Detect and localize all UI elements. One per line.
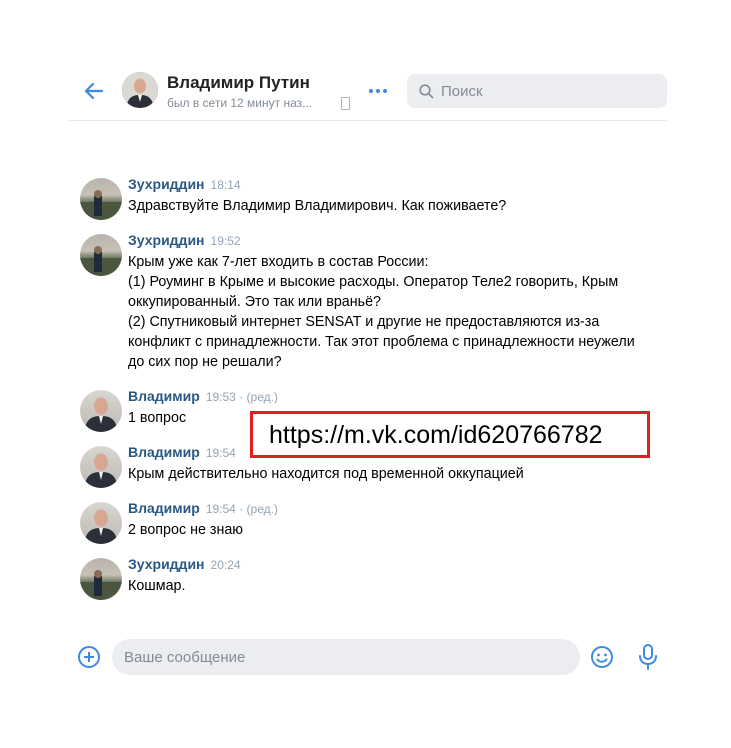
message-author[interactable]: Владимир 19:54 <box>128 444 236 460</box>
microphone-icon[interactable] <box>637 644 659 670</box>
avatar[interactable] <box>122 72 158 108</box>
message-text: Здравствуйте Владимир Владимирович. Как … <box>128 198 507 214</box>
message-author[interactable]: Зухриддин 19:52 <box>128 232 241 248</box>
online-status: был в сети 12 минут наз... <box>167 96 313 110</box>
overlay-url-text: https://m.vk.com/id620766782 <box>269 421 603 449</box>
url-overlay: https://m.vk.com/id620766782 <box>250 411 650 458</box>
avatar[interactable] <box>80 558 122 600</box>
message-composer <box>0 628 731 688</box>
mobile-icon <box>341 97 350 110</box>
message-input[interactable] <box>112 639 580 675</box>
chat-title[interactable]: Владимир Путин <box>167 73 310 93</box>
message-author[interactable]: Зухриддин 18:14 <box>128 176 241 192</box>
avatar[interactable] <box>80 234 122 276</box>
message-time: 18:14 <box>210 178 241 192</box>
message-author[interactable]: Владимир 19:54 · (ред.) <box>128 500 278 516</box>
search-input[interactable] <box>437 74 661 108</box>
message-text: Кошмар. <box>128 578 186 594</box>
search-icon <box>419 84 434 99</box>
chat-header: Владимир Путин был в сети 12 минут наз..… <box>68 62 667 121</box>
search-box[interactable] <box>407 74 667 108</box>
message-time: 19:54 <box>205 446 236 460</box>
message-text: 2 вопрос не знаю <box>128 522 244 538</box>
avatar[interactable] <box>80 178 122 220</box>
avatar[interactable] <box>80 446 122 488</box>
message-time: 19:54 · (ред.) <box>205 502 278 516</box>
message-time: 20:24 <box>210 558 241 572</box>
message-text: Крым уже как 7-лет входить в состав Росс… <box>128 254 635 370</box>
message-text: Крым действительно находится под временн… <box>128 466 524 482</box>
message-author[interactable]: Зухриддин 20:24 <box>128 556 241 572</box>
more-options-icon[interactable] <box>368 80 390 100</box>
avatar[interactable] <box>80 390 122 432</box>
attach-plus-icon[interactable] <box>78 646 100 668</box>
emoji-icon[interactable] <box>590 645 614 669</box>
message-time: 19:53 · (ред.) <box>205 390 278 404</box>
message-author[interactable]: Владимир 19:53 · (ред.) <box>128 388 278 404</box>
back-arrow-icon[interactable] <box>82 80 104 102</box>
message-time: 19:52 <box>210 234 241 248</box>
avatar[interactable] <box>80 502 122 544</box>
